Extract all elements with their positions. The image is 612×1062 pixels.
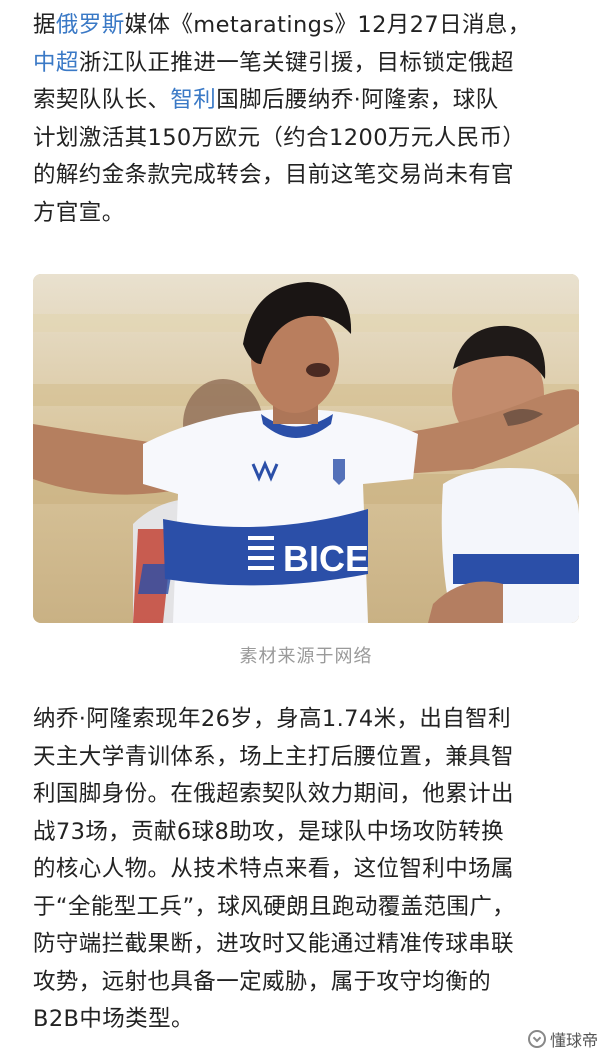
text-segment: 索契队队长、 <box>33 87 171 113</box>
text-segment: 媒体《metaratings》12月27日消息， <box>124 12 531 38</box>
text-line: 于“全能型工兵”，球风硬朗且跑动覆盖范围广， <box>33 893 516 920</box>
text-segment: 浙江队正推进一笔关键引援，目标锁定俄超 <box>78 49 514 76</box>
paragraph-profile: 纳乔·阿隆索现年26岁，身高1.74米，出自智利 天主大学青训体系，场上主打后腰… <box>33 701 589 1039</box>
text-line: 据俄罗斯媒体《metaratings》12月27日消息， <box>33 7 589 45</box>
image-caption: 素材来源于网络 <box>239 646 373 667</box>
article-photo[interactable]: BICE <box>33 274 579 623</box>
text-line: B2B中场类型。 <box>33 1006 194 1032</box>
paragraph-intro: 据俄罗斯媒体《metaratings》12月27日消息， 中超浙江队正推进一笔关… <box>33 7 589 232</box>
text-line: 的核心人物。从技术特点来看，这位智利中场属 <box>33 856 514 882</box>
checkmark-circle-icon <box>527 1030 546 1048</box>
text-line: 方官宣。 <box>33 199 125 226</box>
source-watermark: 懂球帝 <box>521 1024 604 1054</box>
text-segment: 国脚后腰纳乔·阿隆索，球队 <box>216 87 499 113</box>
text-segment: 据 <box>33 12 56 38</box>
text-line: 防守端拦截果断，进攻时又能通过精准传球串联 <box>33 931 514 957</box>
watermark-text: 懂球帝 <box>549 1031 598 1050</box>
text-line: 纳乔·阿隆索现年26岁，身高1.74米，出自智利 <box>33 706 511 732</box>
player-photo-illustration: BICE <box>33 274 579 623</box>
text-line: 天主大学青训体系，场上主打后腰位置，兼具智 <box>33 743 514 770</box>
article: 据俄罗斯媒体《metaratings》12月27日消息， 中超浙江队正推进一笔关… <box>0 0 612 1062</box>
link-csl[interactable]: 中超 <box>33 50 79 76</box>
text-line: 利国脚身份。在俄超索契队效力期间，他累计出 <box>33 781 514 807</box>
text-line: 计划激活其150万欧元（约合1200万元人民币） <box>33 124 526 151</box>
text-line: 战73场，贡献6球8助攻，是球队中场攻防转换 <box>33 818 505 845</box>
text-line: 的解约金条款完成转会，目前这笔交易尚未有官 <box>33 162 514 188</box>
link-chile[interactable]: 智利 <box>170 87 216 113</box>
text-line: 中超浙江队正推进一笔关键引援，目标锁定俄超 <box>33 45 589 83</box>
jersey-sponsor-text: BICE <box>283 538 369 579</box>
text-line: 攻势，远射也具备一定威胁，属于攻守均衡的 <box>33 968 492 995</box>
link-russia[interactable]: 俄罗斯 <box>56 12 125 38</box>
text-line: 索契队队长、智利国脚后腰纳乔·阿隆索，球队 <box>33 82 589 120</box>
